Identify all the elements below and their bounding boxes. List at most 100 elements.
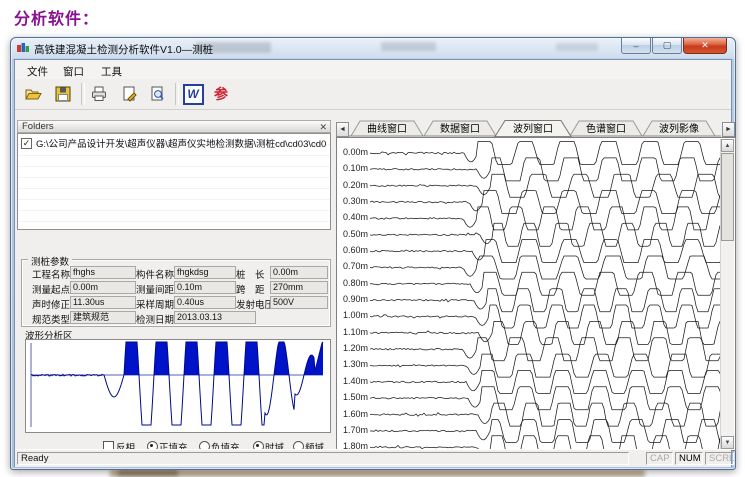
param-field[interactable]: 0.00m xyxy=(70,281,136,294)
depth-label: 0.90m xyxy=(343,291,368,307)
desktop-artifact xyxy=(110,469,645,477)
page-setup-button[interactable] xyxy=(117,82,141,106)
titlebar[interactable]: 高铁建混凝土检测分析软件V1.0—测桩 – ▢ ✕ xyxy=(11,38,735,59)
param-field[interactable]: 0.00m xyxy=(270,266,328,279)
arrow-left-icon: ◄ xyxy=(339,126,346,133)
print-preview-button[interactable] xyxy=(145,82,169,106)
depth-label: 0.60m xyxy=(343,242,368,258)
menu-tools[interactable]: 工具 xyxy=(97,63,126,80)
param-label: 桩 长 xyxy=(236,267,265,281)
depth-label: 1.50m xyxy=(343,389,368,405)
page-setup-icon xyxy=(119,84,139,104)
depth-label: 0.30m xyxy=(343,193,368,209)
scrollbar-thumb[interactable] xyxy=(721,153,734,241)
printer-icon xyxy=(89,84,109,104)
arrow-right-icon: ► xyxy=(725,126,732,133)
svg-text:数据窗口: 数据窗口 xyxy=(440,122,480,135)
menu-window[interactable]: 窗口 xyxy=(59,63,88,80)
folders-close-icon[interactable]: ✕ xyxy=(319,121,327,133)
vertical-scrollbar[interactable]: ▲ ▼ xyxy=(720,139,734,449)
svg-text:曲线窗口: 曲线窗口 xyxy=(367,122,407,135)
param-field[interactable]: fhgkdsg xyxy=(174,266,236,279)
folder-path: G:\公司产品设计开发\超声仪器\超声仪实地检测数据\测桩cd\cd03\cd0… xyxy=(36,136,326,150)
open-folder-icon xyxy=(23,84,43,104)
tab-scroll-right-button[interactable]: ► xyxy=(722,122,735,137)
param-field[interactable]: 11.30us xyxy=(70,296,136,309)
param-label: 跨 距 xyxy=(236,282,265,296)
folder-item[interactable]: ✓ G:\公司产品设计开发\超声仪器\超声仪实地检测数据\测桩cd\cd03\c… xyxy=(21,136,326,150)
depth-label: 0.70m xyxy=(343,258,368,274)
tab-wavetrain-window[interactable]: 波列窗口 xyxy=(495,121,571,137)
wave-analysis-box[interactable] xyxy=(25,339,331,433)
print-button[interactable] xyxy=(87,82,111,106)
folders-list[interactable]: ✓ G:\公司产品设计开发\超声仪器\超声仪实地检测数据\测桩cd\cd03\c… xyxy=(17,133,331,230)
folders-panel-header[interactable]: Folders ✕ xyxy=(17,120,331,133)
param-field[interactable]: 500V xyxy=(270,296,328,309)
param-label: 声时修正 xyxy=(32,297,70,311)
tab-scroll-left-button[interactable]: ◄ xyxy=(336,122,349,137)
depth-label: 1.20m xyxy=(343,340,368,356)
parameters-icon: 参 xyxy=(214,84,228,104)
window-controls: – ▢ ✕ xyxy=(621,38,727,54)
param-field[interactable]: 270mm xyxy=(270,281,328,294)
depth-label: 0.50m xyxy=(343,226,368,242)
param-field[interactable]: 建筑规范 xyxy=(70,311,136,324)
depth-label: 1.10m xyxy=(343,324,368,340)
param-field[interactable]: 0.40us xyxy=(174,296,236,309)
wavetrain-traces xyxy=(370,139,722,450)
depth-label: 0.80m xyxy=(343,275,368,291)
minimize-icon: – xyxy=(633,41,638,51)
open-button[interactable] xyxy=(21,82,45,106)
scroll-down-button[interactable]: ▼ xyxy=(721,436,734,449)
parameters-button[interactable]: 参 xyxy=(209,82,233,106)
num-indicator: NUM xyxy=(675,452,703,465)
status-message: Ready xyxy=(17,452,629,465)
arrow-up-icon: ▲ xyxy=(725,143,731,149)
depth-label: 1.40m xyxy=(343,373,368,389)
param-field[interactable]: 2013.03.13 xyxy=(174,311,256,324)
param-field[interactable]: 0.10m xyxy=(174,281,236,294)
depth-label: 1.30m xyxy=(343,356,368,372)
page-title: 分析软件： xyxy=(14,5,99,29)
depth-label: 0.40m xyxy=(343,209,368,225)
param-label: 测量起点 xyxy=(32,282,70,296)
window-title: 高铁建混凝土检测分析软件V1.0—测桩 xyxy=(34,42,213,57)
check-icon: ✓ xyxy=(23,139,31,148)
toolbar-separator xyxy=(81,83,85,105)
tab-strip: ◄ 曲线窗口 数据窗口 色谱窗口 xyxy=(336,120,735,137)
folder-checkbox[interactable]: ✓ xyxy=(21,138,32,149)
minimize-button[interactable]: – xyxy=(621,38,651,54)
param-label: 发射电压 xyxy=(236,297,274,311)
maximize-button[interactable]: ▢ xyxy=(652,38,682,54)
client-area: 文件 窗口 工具 xyxy=(14,59,732,467)
param-label: 工程名称 xyxy=(32,267,70,281)
titlebar-reflection xyxy=(556,43,598,51)
word-icon: W xyxy=(183,84,204,105)
tab-wavetrain-image[interactable]: 波列影像 xyxy=(643,121,715,136)
tab-data-window[interactable]: 数据窗口 xyxy=(424,121,496,136)
wavetrain-panel[interactable]: 0.00m 0.10m 0.20m 0.30m 0.40m 0.50m 0.60… xyxy=(336,137,736,451)
tab-curve-window[interactable]: 曲线窗口 xyxy=(351,121,423,136)
tabs: 曲线窗口 数据窗口 色谱窗口 波列影像 xyxy=(349,120,721,137)
word-export-button[interactable]: W xyxy=(181,82,205,106)
close-button[interactable]: ✕ xyxy=(683,38,727,54)
maximize-icon: ▢ xyxy=(663,40,672,51)
tab-colormap-window[interactable]: 色谱窗口 xyxy=(570,121,642,136)
svg-text:波列影像: 波列影像 xyxy=(659,122,699,135)
toolbar-separator xyxy=(175,83,179,105)
menu-file[interactable]: 文件 xyxy=(23,63,52,80)
menu-bar: 文件 窗口 工具 xyxy=(15,60,731,80)
pile-params-group: 测桩参数 工程名称 fhghs 构件名称 fhgkdsg 桩 长 0.00m 测… xyxy=(21,259,331,327)
param-label: 测量间距 xyxy=(136,282,174,296)
depth-label: 0.00m xyxy=(343,144,368,160)
param-field[interactable]: fhghs xyxy=(70,266,136,279)
titlebar-reflection xyxy=(381,42,436,51)
depth-label: 1.70m xyxy=(343,422,368,438)
app-icon xyxy=(17,42,30,55)
scroll-up-button[interactable]: ▲ xyxy=(721,139,734,152)
screenshot-stage: 分析软件： 高铁建混凝土检测分析软件V1.0—测桩 – ▢ ✕ 文件 窗口 工 xyxy=(0,0,745,477)
save-button[interactable] xyxy=(51,82,75,106)
arrow-down-icon: ▼ xyxy=(725,440,731,446)
print-preview-icon xyxy=(147,84,167,104)
param-label: 规范类型 xyxy=(32,312,70,326)
